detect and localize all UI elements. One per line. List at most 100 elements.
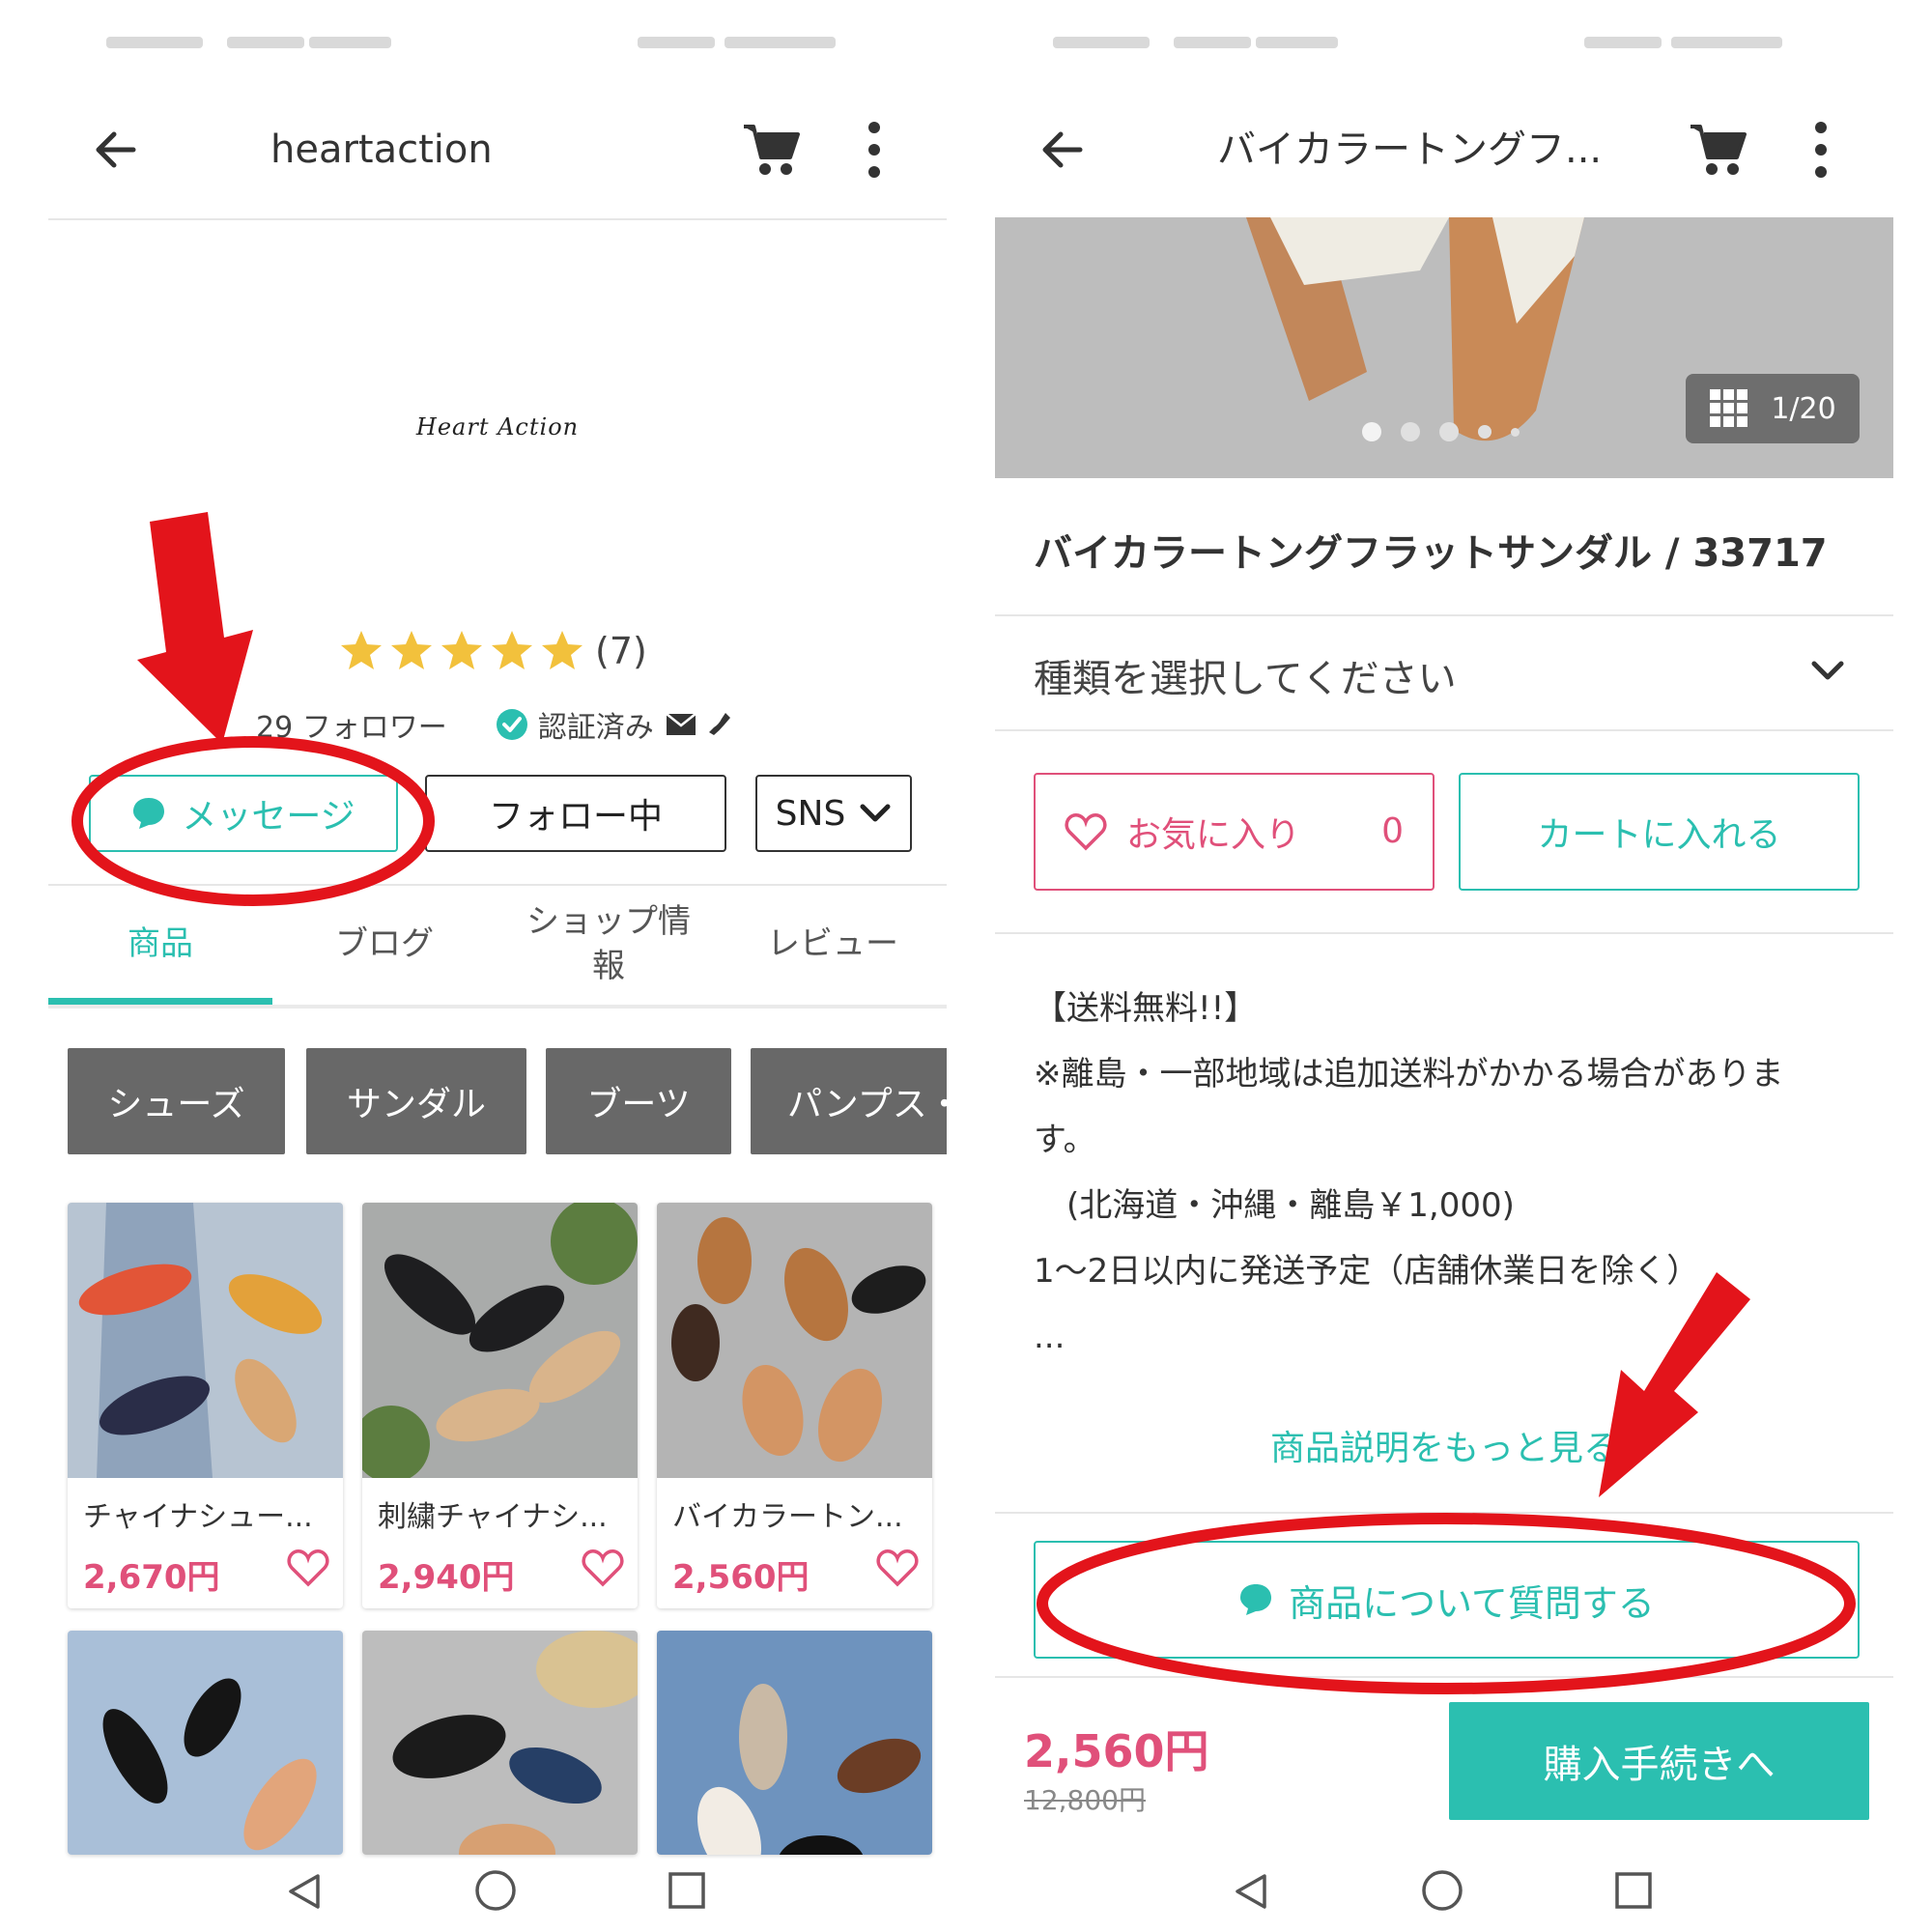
- carousel-dots: [1362, 422, 1539, 441]
- cart-icon[interactable]: [742, 121, 802, 179]
- page-title: バイカラートングフ...: [1217, 128, 1603, 172]
- category-chip-sandals[interactable]: サンダル: [306, 1048, 526, 1154]
- follower-count[interactable]: 29 フォロワー: [256, 703, 447, 746]
- status-time: [724, 37, 836, 48]
- status-time: [1671, 37, 1782, 48]
- product-card[interactable]: チャイナシュー... 2,670円: [68, 1203, 343, 1608]
- variant-select-label: 種類を選択してください: [1034, 657, 1457, 701]
- product-title: バイカラートングフラットサンダル / 33717: [1034, 531, 1828, 576]
- sns-dropdown[interactable]: SNS: [755, 775, 912, 852]
- shop-logo: Heart Action: [415, 413, 580, 440]
- heart-icon[interactable]: [876, 1548, 919, 1587]
- favorite-button[interactable]: お気に入り 0: [1034, 773, 1435, 891]
- product-image-carousel[interactable]: 1/20: [995, 217, 1893, 478]
- nav-home-icon[interactable]: [473, 1868, 518, 1913]
- product-card[interactable]: [362, 1631, 638, 1855]
- buttons-divider: [995, 932, 1893, 934]
- star-icon: [441, 631, 482, 669]
- checkout-button[interactable]: 購入手続きへ: [1449, 1702, 1869, 1820]
- more-vertical-icon[interactable]: [1806, 118, 1835, 182]
- heart-icon: [1065, 813, 1107, 851]
- star-icon: [492, 631, 532, 669]
- status-carrier: [106, 37, 203, 48]
- sns-label: SNS: [775, 793, 846, 834]
- mail-icon[interactable]: [665, 713, 696, 736]
- rating-count: (7): [595, 630, 647, 672]
- nav-back-icon[interactable]: [285, 1872, 324, 1911]
- status-wifi: [1256, 37, 1338, 48]
- product-image: [362, 1631, 638, 1855]
- product-price: 2,940円: [378, 1558, 515, 1597]
- more-vertical-icon[interactable]: [860, 118, 889, 182]
- verified-label: 認証済み: [537, 711, 654, 745]
- current-price: 2,560円: [1024, 1725, 1209, 1777]
- status-signal: [1174, 37, 1251, 48]
- image-counter[interactable]: 1/20: [1686, 374, 1860, 443]
- product-card[interactable]: [68, 1631, 343, 1855]
- status-bar: [995, 29, 1893, 58]
- category-chip-shoes[interactable]: シューズ: [68, 1048, 285, 1154]
- product-name: バイカラートン...: [672, 1500, 903, 1534]
- nav-back-icon[interactable]: [1232, 1872, 1270, 1911]
- product-image: [68, 1631, 343, 1855]
- system-nav-bar: [48, 1855, 947, 1932]
- product-card[interactable]: 刺繍チャイナシ... 2,940円: [362, 1203, 638, 1608]
- chevron-down-icon: [1811, 661, 1844, 680]
- message-button[interactable]: メッセージ: [89, 775, 398, 852]
- tab-shop-info[interactable]: ショップ情 報: [497, 884, 721, 1005]
- shop-meta: 29 フォロワー 認証済み: [256, 703, 731, 746]
- image-counter-label: 1/20: [1771, 391, 1836, 426]
- product-name: チャイナシュー...: [83, 1500, 313, 1534]
- product-card[interactable]: [657, 1631, 932, 1855]
- carousel-dot-active[interactable]: [1362, 422, 1381, 441]
- variant-select[interactable]: 種類を選択してください: [995, 618, 1893, 729]
- product-name: 刺繍チャイナシ...: [378, 1500, 608, 1534]
- ask-question-label: 商品について質問する: [1289, 1581, 1655, 1625]
- shop-tabs: 商品 ブログ ショップ情 報 レビュー: [48, 884, 947, 1005]
- add-to-cart-button[interactable]: カートに入れる: [1459, 773, 1860, 891]
- product-image: [657, 1631, 932, 1855]
- favorite-label: お気に入り: [1126, 815, 1301, 855]
- nav-home-icon[interactable]: [1420, 1868, 1464, 1913]
- phone-icon[interactable]: [706, 711, 731, 738]
- nav-recents-icon[interactable]: [667, 1870, 707, 1911]
- cart-icon[interactable]: [1689, 121, 1748, 179]
- title-divider: [995, 614, 1893, 616]
- more-description-link[interactable]: 商品説明をもっと見る: [995, 1420, 1893, 1470]
- status-carrier: [1053, 37, 1150, 48]
- status-bar: [48, 29, 947, 58]
- message-button-label: メッセージ: [182, 797, 355, 837]
- carousel-dot[interactable]: [1478, 425, 1492, 439]
- tab-products[interactable]: 商品: [48, 884, 272, 1005]
- arrow-left-icon[interactable]: [1034, 121, 1092, 179]
- product-image: [362, 1203, 638, 1483]
- arrow-left-icon[interactable]: [87, 121, 145, 179]
- nav-recents-icon[interactable]: [1613, 1870, 1654, 1911]
- ask-question-button[interactable]: 商品について質問する: [1034, 1541, 1860, 1659]
- heart-icon[interactable]: [287, 1548, 329, 1587]
- app-bar: heartaction: [48, 97, 947, 203]
- carousel-dot[interactable]: [1439, 422, 1459, 441]
- product-screen: バイカラートングフ... 1/20 バイカラートングフラットサンダル / 337…: [995, 0, 1893, 1932]
- carousel-dot[interactable]: [1511, 427, 1520, 437]
- product-price: 2,670円: [83, 1558, 220, 1597]
- category-chip-pumps[interactable]: パンプス・: [751, 1048, 947, 1154]
- heart-icon[interactable]: [582, 1548, 624, 1587]
- product-price: 2,560円: [672, 1558, 810, 1597]
- system-nav-bar: [995, 1855, 1893, 1932]
- product-card[interactable]: バイカラートン... 2,560円: [657, 1203, 932, 1608]
- carousel-dot[interactable]: [1401, 422, 1420, 441]
- chevron-down-icon: [860, 804, 891, 822]
- follow-button[interactable]: フォロー中: [425, 775, 726, 852]
- tab-blog[interactable]: ブログ: [272, 884, 497, 1005]
- select-divider: [995, 729, 1893, 731]
- tab-reviews[interactable]: レビュー: [721, 884, 945, 1005]
- page-title: heartaction: [270, 128, 493, 172]
- product-image: [657, 1203, 932, 1478]
- category-chip-boots[interactable]: ブーツ: [546, 1048, 731, 1154]
- favorite-count: 0: [1381, 811, 1404, 851]
- tabs-bottom-divider: [48, 1005, 947, 1009]
- purchase-bar: 2,560円 12,800円 購入手続きへ: [995, 1676, 1893, 1831]
- verified-check-icon: [496, 709, 527, 740]
- star-icon: [391, 631, 432, 669]
